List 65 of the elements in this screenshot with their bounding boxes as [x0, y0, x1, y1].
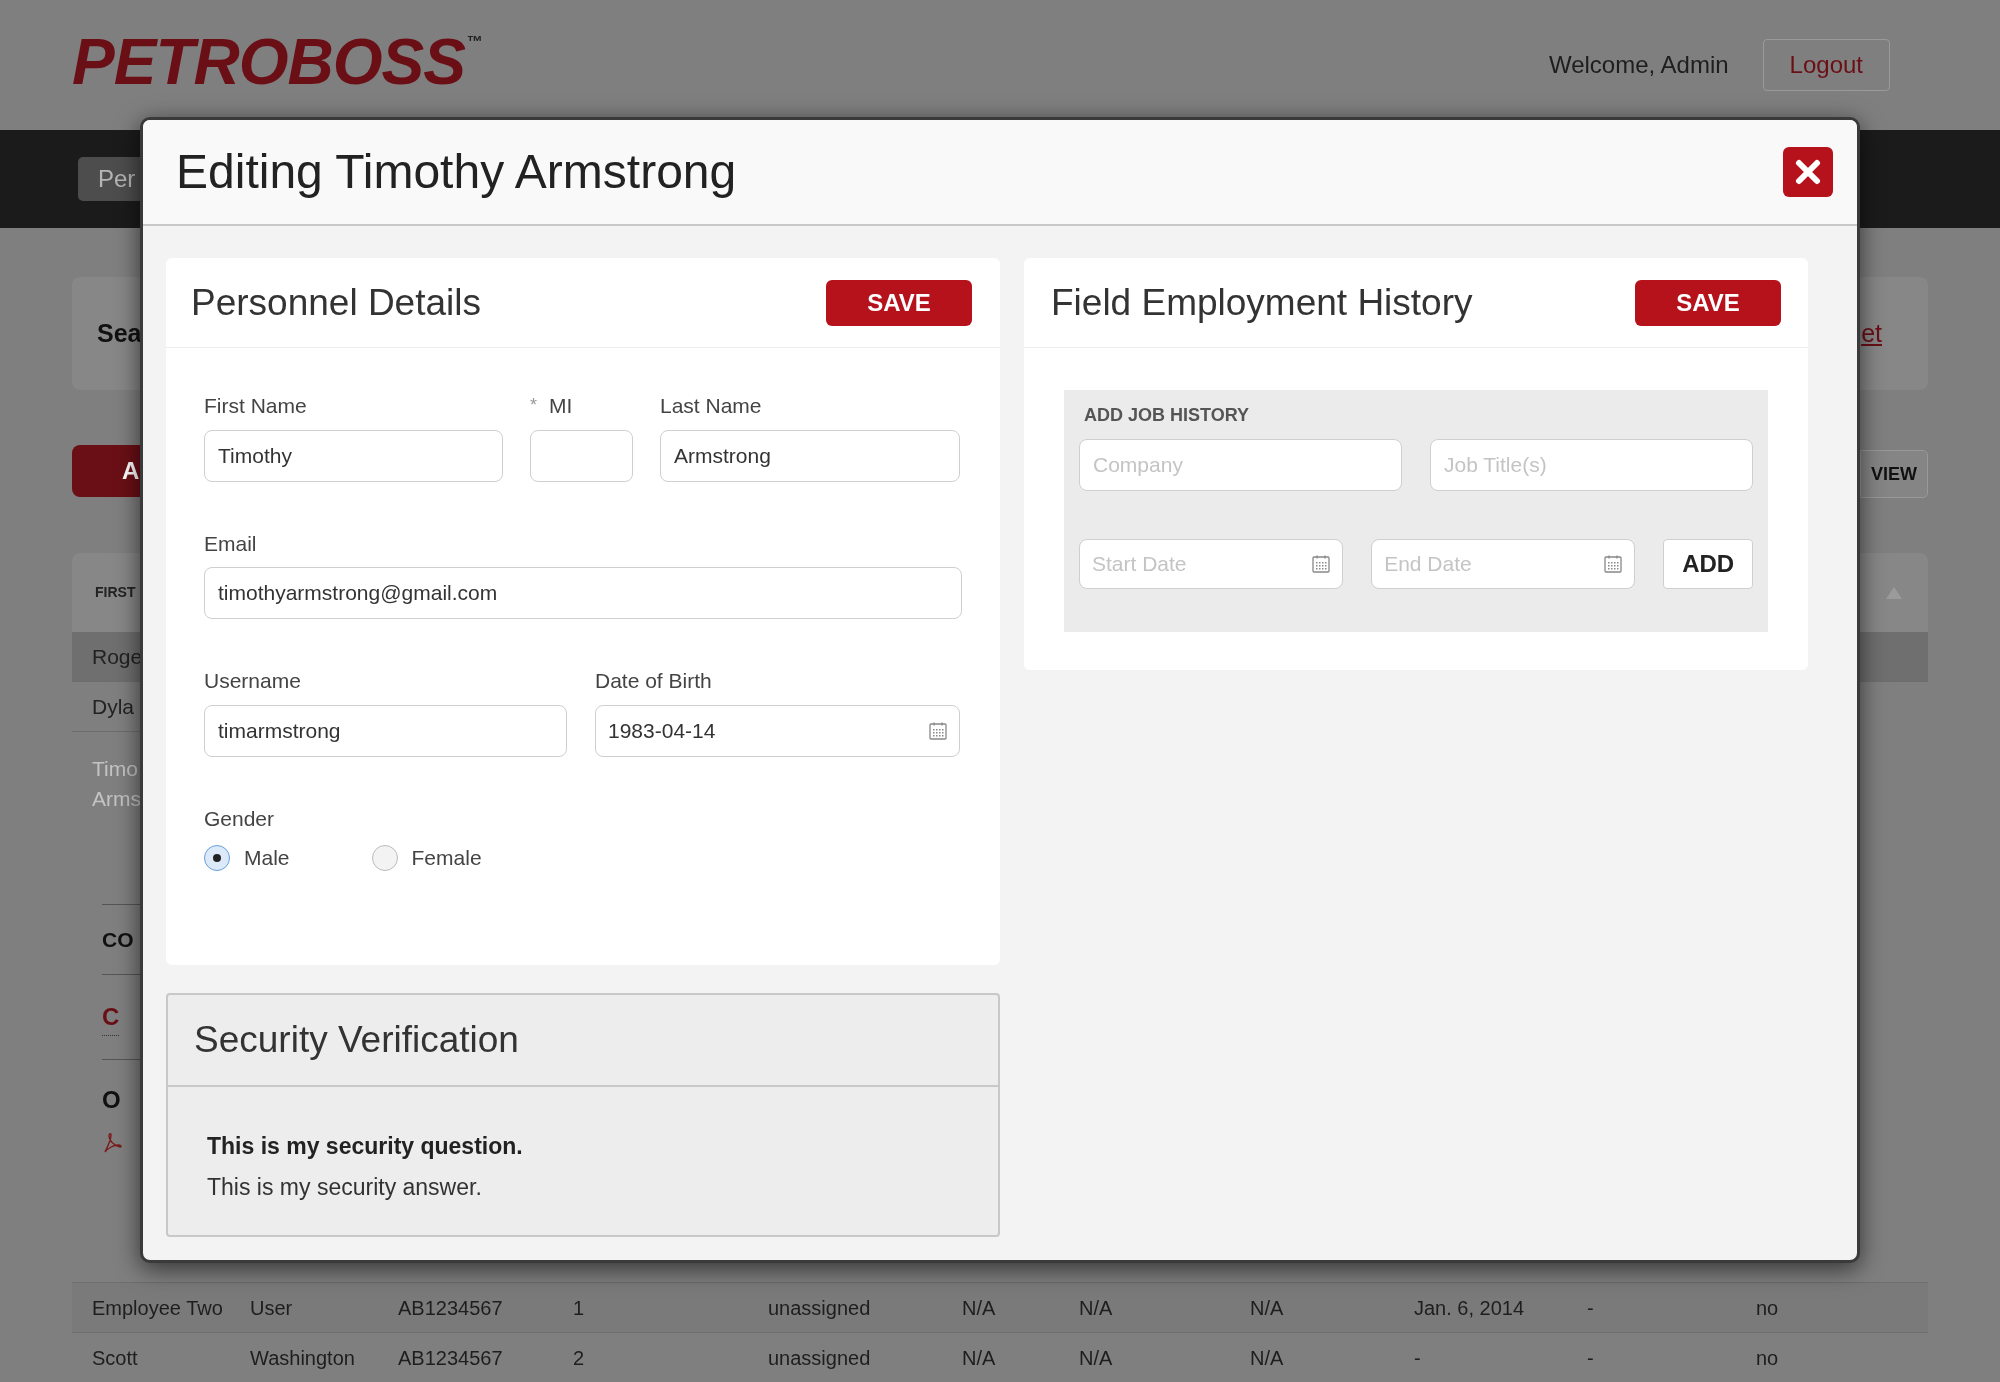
date-of-birth-field[interactable]: 1983-04-14: [595, 704, 960, 757]
table-cell-text: unassigned: [768, 1345, 872, 1371]
field-label: Email: [204, 530, 258, 557]
field-label: Gender: [204, 805, 276, 832]
panel-heading: ADD JOB HISTORY: [1083, 404, 1251, 427]
security-question: This is my security question.: [207, 1132, 524, 1161]
field-label: Username: [204, 668, 302, 694]
table-cell-text: AB1234567: [398, 1295, 504, 1321]
add-button[interactable]: A: [72, 445, 140, 497]
logo: PETROBOSS: [72, 30, 465, 94]
start-date-field[interactable]: Start Date: [1079, 539, 1344, 589]
radio-label: Male: [244, 845, 290, 871]
table-cell-text: Scott: [91, 1345, 139, 1371]
detail-text: Arms: [92, 786, 140, 812]
table-cell-text: N/A: [1250, 1345, 1285, 1371]
field-label: MI: [549, 393, 573, 419]
security-answer: This is my security answer.: [207, 1172, 483, 1202]
trademark: ™: [466, 32, 483, 52]
required-mark: *: [530, 394, 537, 418]
table-cell-text: Jan. 6, 2014: [1414, 1295, 1526, 1321]
radio-option[interactable]: Male: [204, 842, 290, 874]
end-date-field[interactable]: End Date: [1371, 539, 1636, 589]
job-title-field[interactable]: Job Title(s): [1430, 439, 1753, 491]
table-cell-text: no: [1756, 1345, 1780, 1371]
add-button[interactable]: ADD: [1663, 539, 1753, 589]
save-button[interactable]: SAVE: [1635, 279, 1781, 326]
table-cell-text: N/A: [962, 1345, 997, 1371]
table-cell-text: 1: [573, 1295, 586, 1321]
detail-text: Timo: [92, 756, 139, 782]
field-label: First Name: [204, 393, 308, 419]
modal-title: Editing Timothy Armstrong: [176, 144, 737, 200]
card-title: Field Employment History: [1051, 280, 1473, 325]
email-field[interactable]: timothyarmstrong@gmail.com: [204, 567, 962, 619]
card-title: Personnel Details: [191, 280, 481, 325]
table-cell-text: N/A: [1250, 1295, 1285, 1321]
column-header: FIRST: [95, 583, 136, 602]
table-cell-text: 2: [573, 1345, 586, 1371]
company-field[interactable]: Company: [1079, 439, 1402, 491]
section-heading: O: [102, 1085, 122, 1115]
field-label: Last Name: [660, 393, 763, 419]
field-label: Date of Birth: [595, 668, 713, 694]
card-title: Security Verification: [194, 1018, 519, 1063]
username-field[interactable]: timarmstrong: [204, 704, 567, 757]
first-name-field[interactable]: Timothy: [204, 429, 503, 482]
table-cell-text: Washington: [250, 1345, 356, 1371]
table-cell-text: no: [1756, 1295, 1780, 1321]
save-button[interactable]: SAVE: [826, 279, 972, 326]
nav-tab[interactable]: Per: [78, 157, 140, 201]
table-cell-text: N/A: [1079, 1345, 1114, 1371]
table-cell-text: User: [250, 1295, 294, 1321]
radio-option[interactable]: Female: [371, 842, 482, 874]
table-cell-text: N/A: [1079, 1295, 1114, 1321]
table-cell-text: N/A: [962, 1295, 997, 1321]
section-heading: CO: [102, 926, 134, 953]
table-cell-text: unassigned: [768, 1295, 872, 1321]
welcome-text: Welcome, Admin: [1548, 50, 1729, 80]
table-cell-text: -: [1414, 1345, 1422, 1371]
table-cell-text: AB1234567: [398, 1345, 504, 1371]
view-button[interactable]: VIEW: [1860, 450, 1928, 498]
search-label: Sea: [97, 317, 142, 349]
radio-label: Female: [411, 845, 482, 871]
table-cell-text: -: [1587, 1345, 1595, 1371]
table-cell-text: -: [1587, 1295, 1595, 1321]
table-cell-text: Employee Two: [91, 1295, 224, 1321]
last-name-field[interactable]: Armstrong: [660, 429, 960, 482]
